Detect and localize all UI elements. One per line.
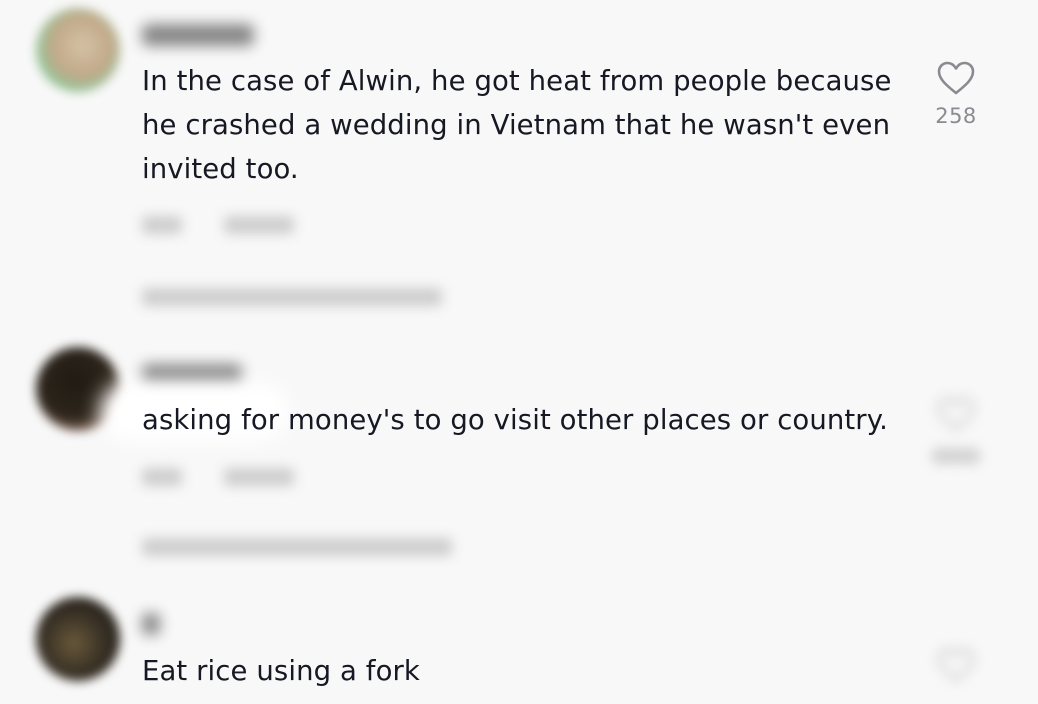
comment-date [142,468,182,486]
comment-text: In the case of Alwin, he got heat from p… [142,65,892,185]
reply-button[interactable] [224,216,294,234]
like-button[interactable]: 258 [925,60,987,128]
comment-date [142,216,182,234]
view-replies-button[interactable] [142,288,442,306]
comment-item: In the case of Alwin, he got heat from p… [0,0,1038,340]
reply-button[interactable] [224,468,294,486]
like-button[interactable] [925,396,987,464]
username[interactable] [142,24,254,46]
heart-outline-icon[interactable] [936,647,976,683]
comment-text: asking for money's to go visit other pla… [142,404,888,436]
avatar[interactable] [36,8,120,92]
comment-text: Eat rice using a fork [142,655,420,687]
view-replies-button[interactable] [142,538,452,556]
like-button[interactable] [925,647,987,683]
heart-outline-icon[interactable] [936,60,976,96]
heart-outline-icon[interactable] [936,396,976,432]
like-count [932,448,980,464]
username[interactable] [142,613,160,635]
avatar[interactable] [36,597,120,681]
like-count: 258 [935,104,977,128]
comment-item: asking for money's to go visit other pla… [0,340,1038,585]
comment-item: Eat rice using a fork [0,585,1038,704]
